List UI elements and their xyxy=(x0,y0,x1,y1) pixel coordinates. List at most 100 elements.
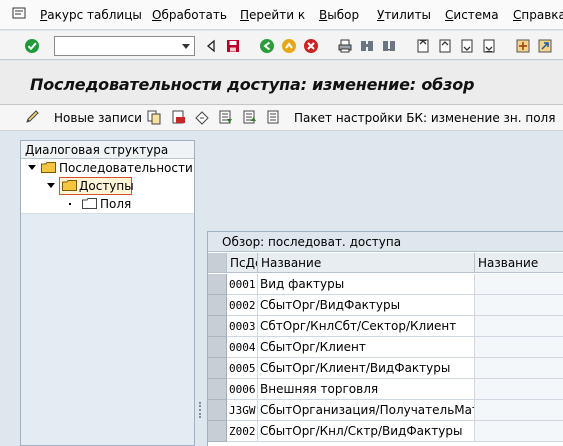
table-row[interactable]: Z002 СбытОрг/Кнл/Сктр/ВидФактуры xyxy=(208,421,563,442)
cell-code: 0001 xyxy=(227,274,258,295)
tree-node-access-sequences[interactable]: Последовательности доступа xyxy=(21,159,194,177)
tree-node-accesses[interactable]: Доступы xyxy=(21,177,194,195)
dialog-structure-header: Диалоговая структура xyxy=(21,141,194,159)
find-icon[interactable] xyxy=(359,38,375,54)
command-dropdown-icon[interactable] xyxy=(182,44,190,49)
cell-code: 0006 xyxy=(227,379,258,400)
table-row[interactable]: 0002 СбытОрг/ВидФактуры xyxy=(208,295,563,316)
row-selector[interactable] xyxy=(208,316,227,337)
row-selector[interactable] xyxy=(208,421,227,442)
new-session-icon[interactable] xyxy=(515,38,531,54)
cell-code: 0004 xyxy=(227,337,258,358)
collapse-left-icon[interactable] xyxy=(203,38,219,54)
table-row[interactable]: 0005 СбытОрг/Клиент/ВидФактуры xyxy=(208,358,563,379)
folder-icon xyxy=(82,198,97,209)
last-page-icon[interactable] xyxy=(481,38,497,54)
undo-change-icon[interactable] xyxy=(194,109,210,125)
panel-splitter[interactable] xyxy=(195,140,207,446)
copy-as-icon[interactable] xyxy=(146,109,162,125)
next-page-icon[interactable] xyxy=(459,38,475,54)
select-block-icon[interactable] xyxy=(242,109,258,125)
window-menu-icon[interactable] xyxy=(12,7,26,19)
menu-system[interactable]: Система xyxy=(445,8,499,22)
column-header-name-2[interactable]: Название xyxy=(475,253,563,273)
dialog-structure-panel: Диалоговая структура Последовательности … xyxy=(20,140,195,446)
cell-name[interactable]: СбытОрг/ВидФактуры xyxy=(258,295,475,316)
open-folder-icon xyxy=(41,162,56,173)
table-title: Обзор: последоват. доступа xyxy=(208,232,563,252)
menu-selection[interactable]: Выбор xyxy=(319,8,359,22)
row-selector[interactable] xyxy=(208,274,227,295)
menu-utilities[interactable]: Утилиты xyxy=(377,8,431,22)
table-row[interactable]: 0001 Вид фактуры xyxy=(208,274,563,295)
row-selector[interactable] xyxy=(208,337,227,358)
cell-name[interactable]: СбытОрг/Клиент/ВидФактуры xyxy=(258,358,475,379)
leaf-bullet-icon xyxy=(69,203,71,205)
row-selector[interactable] xyxy=(208,400,227,421)
print-icon[interactable] xyxy=(337,38,353,54)
cell-code: J3GW xyxy=(227,400,258,421)
cell-name[interactable]: СбытОрганизация/ПолучательМат xyxy=(258,400,475,421)
table-row[interactable]: J3GW СбытОрганизация/ПолучательМат xyxy=(208,400,563,421)
deselect-all-icon[interactable] xyxy=(266,109,282,125)
shortcut-icon[interactable] xyxy=(537,38,553,54)
table-row[interactable]: 0003 СбтОрг/КнлСбт/Сектор/Клиент xyxy=(208,316,563,337)
cell-name-2 xyxy=(475,274,563,295)
splitter-grip-icon[interactable] xyxy=(199,402,201,418)
cell-name[interactable]: СбтОрг/КнлСбт/Сектор/Клиент xyxy=(258,316,475,337)
cell-code: 0005 xyxy=(227,358,258,379)
delete-icon[interactable] xyxy=(170,109,186,125)
open-folder-icon xyxy=(62,180,77,191)
exit-icon[interactable] xyxy=(281,38,297,54)
tree-node-label: Поля xyxy=(100,197,132,211)
first-page-icon[interactable] xyxy=(415,38,431,54)
tree-node-fields[interactable]: Поля xyxy=(21,195,194,213)
cell-name[interactable]: СбытОрг/Клиент xyxy=(258,337,475,358)
menu-help[interactable]: Справка xyxy=(513,8,563,22)
cancel-icon[interactable] xyxy=(303,38,319,54)
cell-name-2 xyxy=(475,295,563,316)
cell-code: 0002 xyxy=(227,295,258,316)
command-field[interactable] xyxy=(54,36,195,56)
cell-code: 0003 xyxy=(227,316,258,337)
expand-triangle-icon[interactable] xyxy=(28,165,36,170)
page-title: Последовательности доступа: изменение: о… xyxy=(30,75,475,94)
table-row[interactable]: 0006 Внешняя торговля xyxy=(208,379,563,400)
select-all-rows-button[interactable] xyxy=(208,253,227,273)
save-icon[interactable] xyxy=(225,38,241,54)
title-bar: Последовательности доступа: изменение: о… xyxy=(0,61,563,105)
previous-page-icon[interactable] xyxy=(437,38,453,54)
new-entries-button[interactable]: Новые записи xyxy=(54,111,142,125)
cell-name-2 xyxy=(475,337,563,358)
cell-name-2 xyxy=(475,316,563,337)
command-input[interactable] xyxy=(55,37,175,55)
row-selector[interactable] xyxy=(208,295,227,316)
menu-edit[interactable]: Обработать xyxy=(152,8,227,22)
menu-table-view[interactable]: Ракурс таблицы xyxy=(40,8,142,22)
find-next-icon[interactable] xyxy=(381,38,397,54)
table-row[interactable]: 0004 СбытОрг/Клиент xyxy=(208,337,563,358)
column-header-code[interactable]: ПсДс xyxy=(227,253,258,273)
dialog-structure-tree: Последовательности доступа Доступы Поля xyxy=(21,159,194,214)
cell-name[interactable]: Внешняя торговля xyxy=(258,379,475,400)
system-toolbar xyxy=(0,31,563,60)
table-panel: Обзор: последоват. доступа ПсДс Название… xyxy=(207,231,563,446)
cell-name-2 xyxy=(475,358,563,379)
cell-name[interactable]: Вид фактуры xyxy=(258,274,475,295)
expand-triangle-icon[interactable] xyxy=(47,183,55,188)
cell-name-2 xyxy=(475,400,563,421)
column-header-name[interactable]: Название xyxy=(258,253,475,273)
menu-goto[interactable]: Перейти к xyxy=(240,8,305,22)
row-selector[interactable] xyxy=(208,358,227,379)
cell-name[interactable]: СбытОрг/Кнл/Сктр/ВидФактуры xyxy=(258,421,475,442)
change-display-icon[interactable] xyxy=(24,109,40,125)
tree-node-label: Последовательности доступа xyxy=(59,161,194,175)
application-toolbar: Новые записи Пакет настройки БК: изменен… xyxy=(0,105,563,131)
bc-set-change-field-values-button[interactable]: Пакет настройки БК: изменение зн. поля xyxy=(294,111,555,125)
enter-check-icon[interactable] xyxy=(24,38,40,54)
menu-bar: Ракурс таблицы Обработать Перейти к Выбо… xyxy=(0,0,563,30)
row-selector[interactable] xyxy=(208,379,227,400)
tree-node-label: Доступы xyxy=(79,179,134,193)
select-all-icon[interactable] xyxy=(218,109,234,125)
back-icon[interactable] xyxy=(259,38,275,54)
